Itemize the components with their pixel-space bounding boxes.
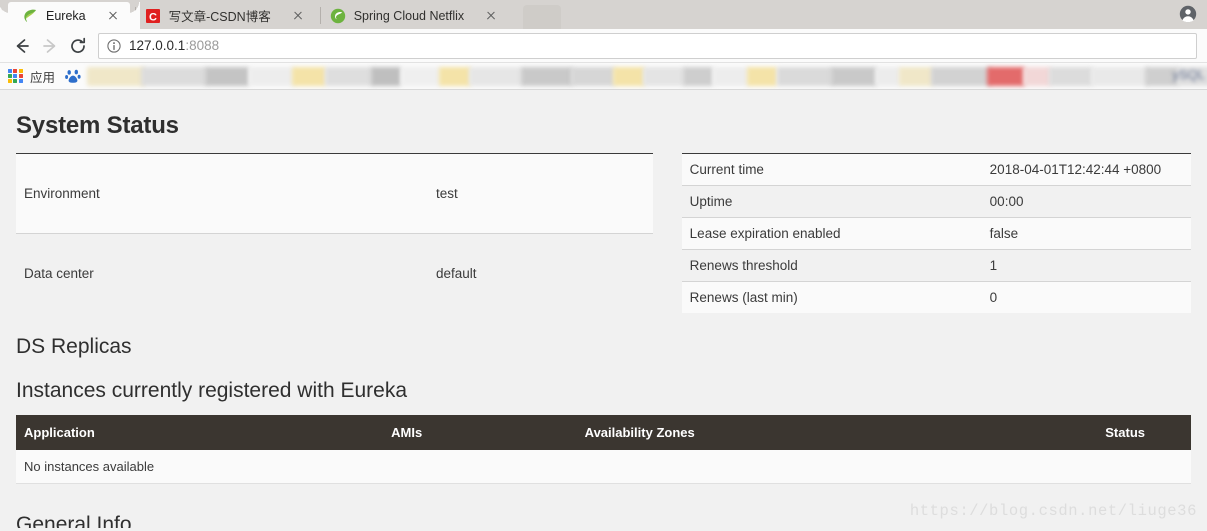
row-key: Data center (16, 233, 428, 313)
forward-button (36, 32, 64, 60)
row-value: false (981, 217, 1191, 250)
row-value: 0 (981, 281, 1191, 313)
tab-title: 写文章-CSDN博客 (168, 10, 271, 24)
empty-state-message: No instances available (16, 450, 1191, 484)
table-header-row: Application AMIs Availability Zones Stat… (16, 415, 1191, 450)
close-icon[interactable] (104, 7, 122, 25)
eureka-dashboard: System Status Environment test Data cent… (0, 90, 1207, 528)
browser-toolbar: 127.0.0.1 :8088 (0, 29, 1207, 63)
bookmark-apps-label[interactable]: 应用 (30, 67, 55, 86)
table-row: Current time 2018-04-01T12:42:44 +0800 (681, 153, 1191, 186)
table-row: Data center default (16, 233, 653, 313)
close-icon[interactable] (482, 7, 500, 25)
browser-window: Eureka C 写文章-CSDN博客 Spring Cloud Netflix… (0, 0, 1207, 528)
new-tab-button[interactable] (523, 5, 562, 29)
row-key: Current time (689, 162, 764, 177)
table-row: Renews (last min) 0 (681, 281, 1191, 313)
close-icon[interactable] (289, 7, 307, 25)
row-value: 1 (981, 249, 1191, 282)
row-key: Lease expiration enabled (681, 217, 982, 250)
blurred-bookmarks: ySQL (87, 63, 1207, 89)
instances-table: Application AMIs Availability Zones Stat… (16, 415, 1191, 484)
svg-text:C: C (149, 11, 157, 23)
column-header-amis[interactable]: AMIs (383, 415, 577, 450)
table-row: No instances available (16, 450, 1191, 484)
tab-eureka[interactable]: Eureka (8, 2, 130, 29)
table-row: Renews threshold 1 (681, 249, 1191, 282)
row-value: 2018-04-01T12:42:44 +0800 (989, 162, 1162, 177)
url-port: :8088 (185, 38, 220, 53)
tab-csdn[interactable]: C 写文章-CSDN博客 (120, 2, 315, 29)
tab-divider (319, 7, 321, 24)
csdn-c-icon: C (145, 8, 161, 24)
row-key: Renews threshold (681, 249, 982, 282)
tab-title: Spring Cloud Netflix (353, 8, 465, 23)
column-header-application[interactable]: Application (16, 415, 384, 450)
system-status-right-table: Current time 2018-04-01T12:42:44 +0800 U… (681, 153, 1191, 313)
row-key: Uptime (681, 185, 982, 218)
table-row: Environment test (16, 153, 653, 234)
reload-button[interactable] (64, 32, 92, 60)
row-value: 00:00 (981, 185, 1191, 218)
page-info-icon[interactable] (107, 38, 121, 53)
column-header-availability-zones[interactable]: Availability Zones (576, 415, 1098, 450)
tab-spring-cloud-netflix[interactable]: Spring Cloud Netflix (305, 2, 509, 29)
bookmarks-bar: 应用 ySQL (0, 63, 1207, 90)
tab-title: Eureka (46, 8, 86, 23)
ds-replicas-heading: DS Replicas (16, 335, 132, 358)
row-value: default (428, 233, 653, 313)
bookmark-trailing-text[interactable]: ySQL (1172, 67, 1205, 82)
page-title: System Status (16, 112, 179, 139)
tab-strip: Eureka C 写文章-CSDN博客 Spring Cloud Netflix (0, 0, 1207, 29)
watermark: https://blog.csdn.net/liuge36 (909, 502, 1197, 520)
row-key: Environment (24, 186, 100, 202)
general-info-heading: General Info (16, 513, 132, 528)
address-bar[interactable]: 127.0.0.1 :8088 (98, 32, 1197, 59)
system-status-tables: Environment test Data center default Cur… (16, 153, 1191, 313)
row-key: Renews (last min) (681, 281, 982, 313)
back-button[interactable] (8, 32, 36, 60)
column-header-status[interactable]: Status (1097, 415, 1191, 450)
account-icon[interactable] (1179, 5, 1197, 23)
baidu-bookmark-icon[interactable] (65, 68, 81, 84)
table-row: Uptime 00:00 (681, 185, 1191, 218)
row-value: test (436, 186, 458, 202)
spring-leaf-icon (22, 8, 38, 24)
system-status-left-table: Environment test Data center default (16, 153, 653, 313)
apps-grid-icon[interactable] (8, 68, 23, 84)
spring-circle-icon (330, 8, 346, 24)
url-host: 127.0.0.1 (129, 38, 186, 53)
table-row: Lease expiration enabled false (681, 217, 1191, 250)
instances-heading: Instances currently registered with Eure… (16, 379, 408, 402)
